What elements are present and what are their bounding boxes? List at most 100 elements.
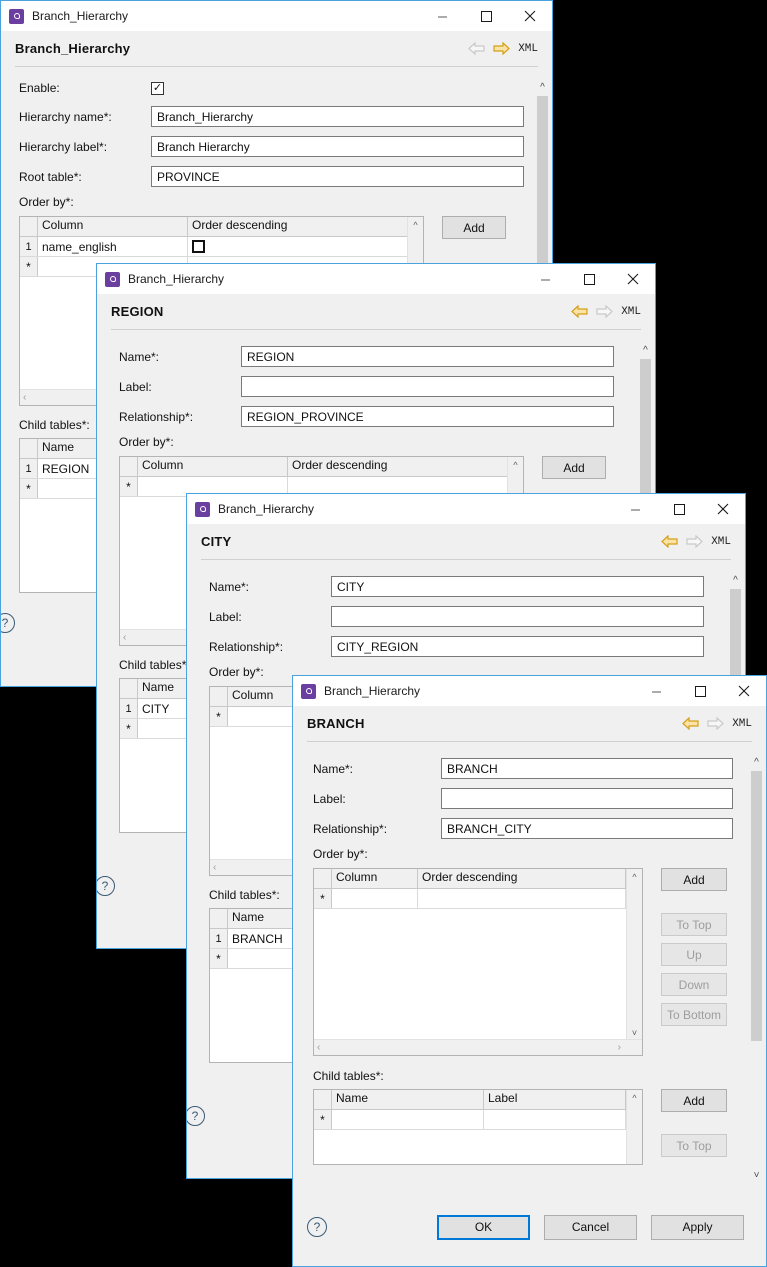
cancel-button[interactable]: Cancel — [544, 1215, 637, 1240]
root-table-input[interactable]: PROVINCE — [151, 166, 524, 187]
close-button[interactable] — [722, 676, 766, 706]
column-header-name[interactable]: Name — [332, 1090, 484, 1109]
up-order-by-button[interactable]: Up — [661, 943, 727, 966]
cell-name-new[interactable] — [332, 1110, 484, 1129]
scroll-up-icon[interactable]: ^ — [637, 342, 654, 359]
down-order-by-button[interactable]: Down — [661, 973, 727, 996]
name-input[interactable]: REGION — [241, 346, 614, 367]
enable-checkbox[interactable]: ✓ — [151, 82, 164, 95]
scroll-up-icon[interactable]: ^ — [632, 869, 636, 885]
label-input[interactable] — [331, 606, 704, 627]
to-top-child-table-button[interactable]: To Top — [661, 1134, 727, 1157]
scroll-left-icon[interactable]: ‹ — [213, 862, 216, 873]
to-top-order-by-button[interactable]: To Top — [661, 913, 727, 936]
grid-vertical-scrollbar[interactable]: ^ ˅ — [626, 869, 642, 1041]
back-arrow-icon[interactable] — [682, 717, 699, 730]
column-header-label[interactable]: Label — [484, 1090, 626, 1109]
column-header-order-descending[interactable]: Order descending — [418, 869, 626, 888]
close-button[interactable] — [508, 1, 552, 31]
minimize-button[interactable] — [613, 494, 657, 524]
back-arrow-icon[interactable] — [661, 535, 678, 548]
cell-order-descending[interactable] — [188, 237, 409, 256]
scroll-up-icon[interactable]: ^ — [632, 1090, 636, 1106]
minimize-button[interactable] — [420, 1, 464, 31]
back-arrow-icon[interactable] — [571, 305, 588, 318]
column-header-column[interactable]: Column — [38, 217, 188, 236]
scroll-right-icon[interactable]: › — [618, 1042, 621, 1053]
maximize-button[interactable] — [567, 264, 611, 294]
scrollbar-thumb[interactable] — [751, 771, 762, 1041]
scroll-up-icon[interactable]: ^ — [413, 217, 417, 233]
order-by-grid[interactable]: Column Order descending * ^ ˅ ‹ › — [313, 868, 643, 1056]
titlebar[interactable]: Branch_Hierarchy — [187, 494, 745, 524]
table-row[interactable]: 1 name_english — [20, 237, 423, 257]
new-row-marker: * — [120, 719, 138, 738]
window-vertical-scrollbar[interactable]: ^ ˅ — [748, 754, 765, 1184]
xml-link[interactable]: XML — [732, 718, 752, 730]
back-arrow-icon[interactable] — [468, 42, 485, 55]
minimize-button[interactable] — [523, 264, 567, 294]
column-header-column[interactable]: Column — [138, 457, 288, 476]
apply-button[interactable]: Apply — [651, 1215, 744, 1240]
scroll-up-icon[interactable]: ^ — [513, 457, 517, 473]
cell-label-new[interactable] — [484, 1110, 626, 1129]
to-bottom-order-by-button[interactable]: To Bottom — [661, 1003, 727, 1026]
forward-arrow-icon[interactable] — [596, 305, 613, 318]
scroll-left-icon[interactable]: ‹ — [123, 632, 126, 643]
order-descending-checkbox[interactable] — [192, 240, 205, 253]
add-order-by-button[interactable]: Add — [661, 868, 727, 891]
table-row-new[interactable]: * — [314, 1110, 642, 1130]
relationship-input[interactable]: CITY_REGION — [331, 636, 704, 657]
maximize-button[interactable] — [464, 1, 508, 31]
scrollbar-track[interactable] — [748, 771, 765, 1167]
label-label: Label: — [119, 380, 241, 394]
help-button[interactable]: ? — [96, 876, 115, 896]
hierarchy-name-input[interactable]: Branch_Hierarchy — [151, 106, 524, 127]
titlebar[interactable]: Branch_Hierarchy — [97, 264, 655, 294]
ok-button[interactable]: OK — [437, 1215, 530, 1240]
hierarchy-label-input[interactable]: Branch Hierarchy — [151, 136, 524, 157]
titlebar[interactable]: Branch_Hierarchy — [1, 1, 552, 31]
column-header-order-descending[interactable]: Order descending — [188, 217, 409, 236]
add-order-by-button[interactable]: Add — [542, 456, 606, 479]
grid-vertical-scrollbar[interactable]: ^ — [626, 1090, 642, 1165]
forward-arrow-icon[interactable] — [493, 42, 510, 55]
cell-column[interactable]: name_english — [38, 237, 188, 256]
maximize-button[interactable] — [678, 676, 722, 706]
forward-arrow-icon[interactable] — [686, 535, 703, 548]
minimize-button[interactable] — [634, 676, 678, 706]
column-header-column[interactable]: Column — [332, 869, 418, 888]
forward-arrow-icon[interactable] — [707, 717, 724, 730]
scroll-up-icon[interactable]: ^ — [748, 754, 765, 771]
relationship-input[interactable]: BRANCH_CITY — [441, 818, 733, 839]
grid-horizontal-scrollbar[interactable]: ‹ › — [314, 1039, 642, 1055]
xml-link[interactable]: XML — [711, 536, 731, 548]
column-header-order-descending[interactable]: Order descending — [288, 457, 509, 476]
help-button[interactable]: ? — [0, 613, 15, 633]
scroll-down-icon[interactable]: ˅ — [748, 1167, 765, 1184]
help-button[interactable]: ? — [307, 1217, 327, 1237]
table-row-new[interactable]: * — [314, 889, 642, 909]
xml-link[interactable]: XML — [621, 306, 641, 318]
window-branch[interactable]: Branch_Hierarchy BRANCH XML — [292, 675, 767, 1267]
add-child-table-button[interactable]: Add — [661, 1089, 727, 1112]
cell-column-new[interactable] — [332, 889, 418, 908]
titlebar[interactable]: Branch_Hierarchy — [293, 676, 766, 706]
maximize-button[interactable] — [657, 494, 701, 524]
help-button[interactable]: ? — [186, 1106, 205, 1126]
name-input[interactable]: CITY — [331, 576, 704, 597]
close-button[interactable] — [701, 494, 745, 524]
scroll-left-icon[interactable]: ‹ — [23, 392, 26, 403]
name-input[interactable]: BRANCH — [441, 758, 733, 779]
scroll-up-icon[interactable]: ^ — [534, 79, 551, 96]
relationship-input[interactable]: REGION_PROVINCE — [241, 406, 614, 427]
label-input[interactable] — [441, 788, 733, 809]
child-tables-grid[interactable]: Name Label * ^ — [313, 1089, 643, 1165]
add-order-by-button[interactable]: Add — [442, 216, 506, 239]
xml-link[interactable]: XML — [518, 43, 538, 55]
scroll-left-icon[interactable]: ‹ — [317, 1042, 320, 1053]
close-button[interactable] — [611, 264, 655, 294]
scroll-up-icon[interactable]: ^ — [727, 572, 744, 589]
cell-order-descending-new[interactable] — [418, 889, 626, 908]
label-input[interactable] — [241, 376, 614, 397]
